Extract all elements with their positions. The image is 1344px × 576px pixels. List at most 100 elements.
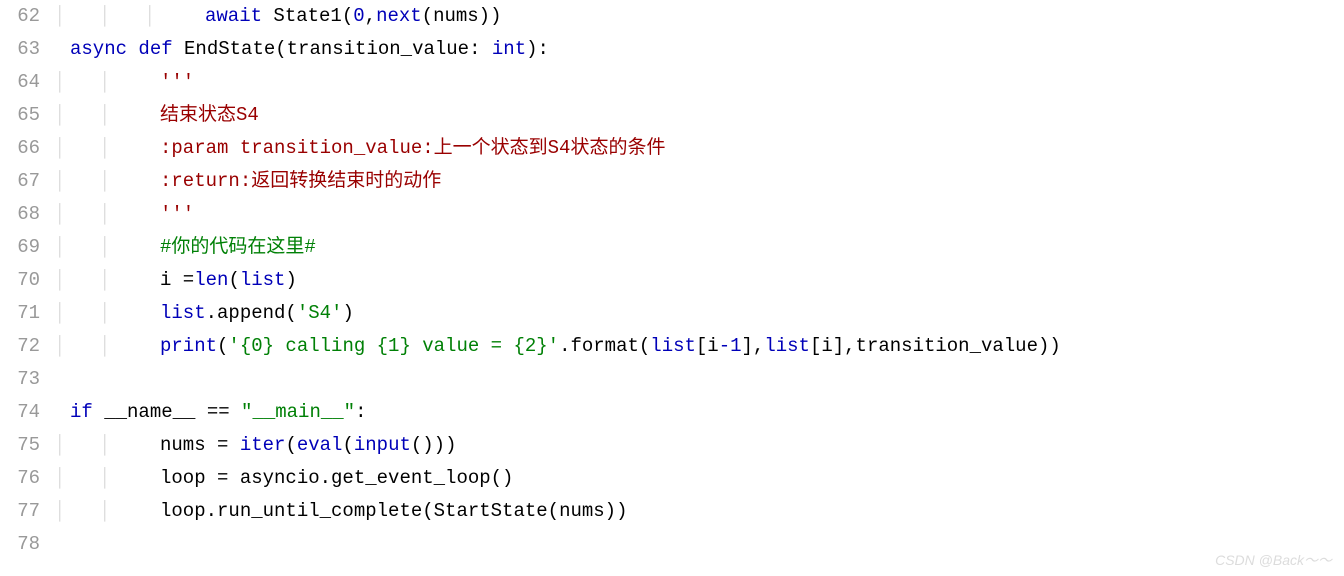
code-content[interactable]: loop = asyncio.get_event_loop() bbox=[160, 462, 513, 495]
token-kw: async bbox=[70, 38, 138, 60]
code-line[interactable]: 71││list.append('S4') bbox=[0, 297, 1344, 330]
token-fn: : bbox=[355, 401, 366, 423]
code-content[interactable]: async def EndState(transition_value: int… bbox=[70, 33, 549, 66]
token-docstr: ''' bbox=[160, 203, 194, 225]
token-builtin: print bbox=[160, 335, 217, 357]
code-line[interactable]: 77││loop.run_until_complete(StartState(n… bbox=[0, 495, 1344, 528]
line-number: 75 bbox=[0, 429, 54, 462]
line-number: 65 bbox=[0, 99, 54, 132]
code-content[interactable]: loop.run_until_complete(StartState(nums)… bbox=[160, 495, 627, 528]
line-number: 73 bbox=[0, 363, 54, 396]
code-line[interactable]: 67││:return:返回转换结束时的动作 bbox=[0, 165, 1344, 198]
token-str: 'S4' bbox=[297, 302, 343, 324]
token-fn: ( bbox=[228, 269, 239, 291]
code-content[interactable]: ''' bbox=[160, 66, 194, 99]
line-number: 71 bbox=[0, 297, 54, 330]
code-line[interactable]: 64││''' bbox=[0, 66, 1344, 99]
token-fn: ) bbox=[285, 269, 296, 291]
code-line[interactable]: 66││:param transition_value:上一个状态到S4状态的条… bbox=[0, 132, 1344, 165]
token-kw: def bbox=[138, 38, 184, 60]
code-content[interactable]: i =len(list) bbox=[160, 264, 297, 297]
code-content[interactable]: #你的代码在这里# bbox=[160, 231, 316, 264]
token-str: "__main__" bbox=[241, 401, 355, 423]
token-fn: .format( bbox=[559, 335, 650, 357]
indent-guides: ││ bbox=[54, 132, 160, 165]
line-number: 68 bbox=[0, 198, 54, 231]
line-number: 69 bbox=[0, 231, 54, 264]
indent-guides: ││ bbox=[54, 429, 160, 462]
code-line[interactable]: 65││结束状态S4 bbox=[0, 99, 1344, 132]
token-fn: ], bbox=[742, 335, 765, 357]
token-docstr: :param transition_value:上一个状态到S4状态的条件 bbox=[160, 137, 665, 159]
token-fn: ): bbox=[526, 38, 549, 60]
code-line[interactable]: 69││#你的代码在这里# bbox=[0, 231, 1344, 264]
token-fn: ( bbox=[217, 335, 228, 357]
code-content[interactable]: nums = iter(eval(input())) bbox=[160, 429, 456, 462]
indent-guides: ││ bbox=[54, 495, 160, 528]
indent-guides: ││ bbox=[54, 66, 160, 99]
token-fn: ) bbox=[342, 302, 353, 324]
token-fn: ( bbox=[285, 434, 296, 456]
indent-guides: ││ bbox=[54, 264, 160, 297]
line-number: 76 bbox=[0, 462, 54, 495]
code-line[interactable]: 62│││await State1(0,next(nums)) bbox=[0, 0, 1344, 33]
code-content[interactable]: if __name__ == "__main__": bbox=[70, 396, 366, 429]
token-docstr: :return:返回转换结束时的动作 bbox=[160, 170, 441, 192]
token-fn: [i],transition_value)) bbox=[810, 335, 1061, 357]
indent-guides: ││ bbox=[54, 462, 160, 495]
code-line[interactable]: 74 if __name__ == "__main__": bbox=[0, 396, 1344, 429]
token-fn: __name__ == bbox=[104, 401, 241, 423]
token-builtin: len bbox=[194, 269, 228, 291]
code-line[interactable]: 63async def EndState(transition_value: i… bbox=[0, 33, 1344, 66]
code-line[interactable]: 70││i =len(list) bbox=[0, 264, 1344, 297]
token-fn: [i bbox=[696, 335, 719, 357]
code-line[interactable]: 76││loop = asyncio.get_event_loop() bbox=[0, 462, 1344, 495]
token-docstr: 结束状态S4 bbox=[160, 104, 259, 126]
watermark: CSDN @Back～～ bbox=[1215, 550, 1332, 570]
line-number: 64 bbox=[0, 66, 54, 99]
token-fn: nums = bbox=[160, 434, 240, 456]
token-punct: , bbox=[365, 5, 376, 27]
token-fn: i = bbox=[160, 269, 194, 291]
code-line[interactable]: 72││print('{0} calling {1} value = {2}'.… bbox=[0, 330, 1344, 363]
code-line[interactable]: 73 bbox=[0, 363, 1344, 396]
code-line[interactable]: 68││''' bbox=[0, 198, 1344, 231]
code-content[interactable]: ''' bbox=[160, 198, 194, 231]
indent-guides: │││ bbox=[54, 0, 205, 33]
token-fn: .append( bbox=[206, 302, 297, 324]
token-kw: if bbox=[70, 401, 104, 423]
code-line[interactable]: 75││nums = iter(eval(input())) bbox=[0, 429, 1344, 462]
token-comment: #你的代码在这里# bbox=[160, 236, 316, 258]
code-content[interactable]: :return:返回转换结束时的动作 bbox=[160, 165, 441, 198]
indent-guides: ││ bbox=[54, 198, 160, 231]
code-line[interactable]: 78 bbox=[0, 528, 1344, 561]
token-kw: await bbox=[205, 5, 273, 27]
code-content[interactable]: :param transition_value:上一个状态到S4状态的条件 bbox=[160, 132, 665, 165]
indent-guides: ││ bbox=[54, 231, 160, 264]
code-editor[interactable]: 62│││await State1(0,next(nums))63async d… bbox=[0, 0, 1344, 576]
token-num: -1 bbox=[719, 335, 742, 357]
token-str: '{0} calling {1} value = {2}' bbox=[228, 335, 559, 357]
token-num: 0 bbox=[353, 5, 364, 27]
line-number: 62 bbox=[0, 0, 54, 33]
code-content[interactable]: list.append('S4') bbox=[160, 297, 354, 330]
token-builtin: iter bbox=[240, 434, 286, 456]
token-fn: EndState(transition_value: bbox=[184, 38, 492, 60]
line-number: 67 bbox=[0, 165, 54, 198]
line-number: 74 bbox=[0, 396, 54, 429]
token-fn: ())) bbox=[411, 434, 457, 456]
token-docstr: ''' bbox=[160, 71, 194, 93]
token-fn: State1( bbox=[273, 5, 353, 27]
token-type: int bbox=[492, 38, 526, 60]
code-content[interactable]: await State1(0,next(nums)) bbox=[205, 0, 502, 33]
token-builtin: list bbox=[764, 335, 810, 357]
token-builtin: list bbox=[240, 269, 286, 291]
code-content[interactable]: 结束状态S4 bbox=[160, 99, 259, 132]
code-content[interactable]: print('{0} calling {1} value = {2}'.form… bbox=[160, 330, 1061, 363]
token-builtin: next bbox=[376, 5, 422, 27]
token-builtin: input bbox=[354, 434, 411, 456]
line-number: 70 bbox=[0, 264, 54, 297]
token-fn: (nums)) bbox=[422, 5, 502, 27]
line-number: 78 bbox=[0, 528, 54, 561]
line-number: 66 bbox=[0, 132, 54, 165]
